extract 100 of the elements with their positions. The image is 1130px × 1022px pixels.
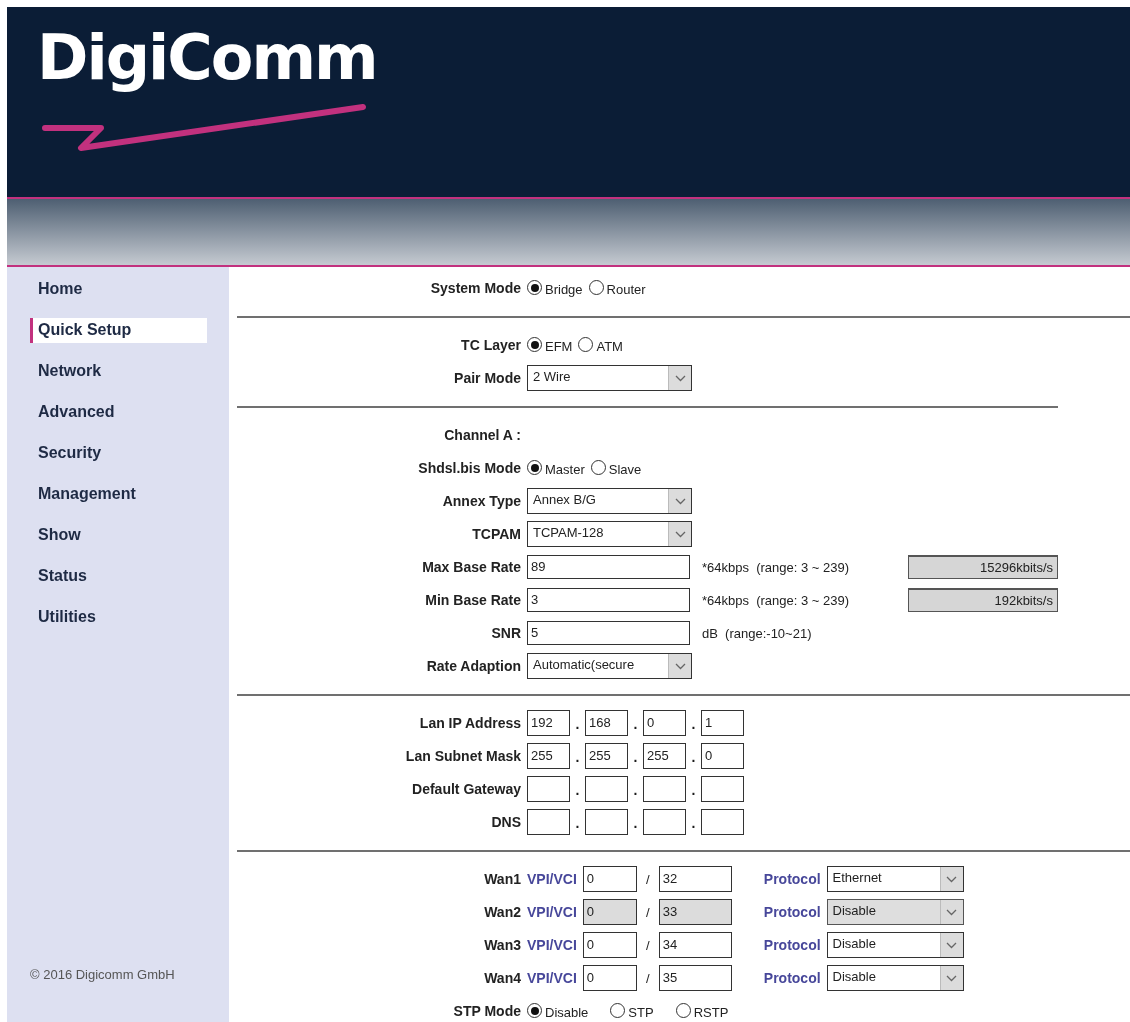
octet-field[interactable]: 0 [701,743,744,769]
octet-field[interactable]: 255 [643,743,686,769]
octet-field[interactable] [527,776,570,802]
vci-field[interactable]: 32 [658,866,732,892]
rate-readout: 192kbits/s [908,588,1058,612]
octet-field[interactable]: 255 [527,743,570,769]
field-label: System Mode [429,280,521,296]
protocol-label: Protocol [763,937,821,953]
dropdown[interactable]: 2 Wire [527,365,692,391]
radio-option[interactable]: Disable [527,1002,589,1020]
protocol-label: Protocol [763,871,821,887]
sidebar-item[interactable]: Home [30,277,207,302]
dot-separator: . [690,715,697,734]
dot-separator: . [690,814,697,833]
sidebar-item[interactable]: Show [30,523,207,548]
vpi-vci-label: VPI/VCI [527,937,577,953]
dot-separator: . [574,748,581,767]
sidebar-item[interactable]: Security [30,441,207,466]
radio-option[interactable]: EFM [527,336,573,354]
range-note: *64kbps (range: 3 ~ 239) [702,592,851,608]
radio-option[interactable]: Bridge [527,279,583,297]
radio-option[interactable]: STP [610,1002,654,1020]
sidebar-item[interactable]: Advanced [30,400,207,425]
slash-separator: / [645,904,651,920]
field-label: TC Layer [460,337,521,353]
dot-separator: . [632,814,639,833]
dropdown[interactable]: Annex B/G [527,488,692,514]
vpi-vci-label: VPI/VCI [527,871,577,887]
octet-field[interactable] [527,809,570,835]
octet-field[interactable]: 255 [585,743,628,769]
chevron-icon [674,374,686,382]
vci-field[interactable]: 35 [658,965,732,991]
rate-readout: 15296kbits/s [908,555,1058,579]
range-note: dB (range:-10~21) [702,625,813,641]
octet-field[interactable] [701,776,744,802]
protocol-label: Protocol [763,970,821,986]
octet-field[interactable] [643,809,686,835]
radio-option[interactable]: ATM [578,336,623,354]
dot-separator: . [690,781,697,800]
vpi-vci-label: VPI/VCI [527,970,577,986]
dropdown[interactable]: TCPAM-128 [527,521,692,547]
radio-option[interactable]: RSTP [675,1002,729,1020]
octet-field[interactable]: 192 [527,710,570,736]
protocol-label: Protocol [763,904,821,920]
protocol-dropdown[interactable]: Ethernet [826,866,964,892]
dot-separator: . [632,781,639,800]
field-label: Shdsl.bis Mode [417,460,521,476]
octet-field[interactable]: 1 [701,710,744,736]
octet-field[interactable] [701,809,744,835]
dropdown[interactable]: Automatic(secure [527,653,692,679]
octet-field[interactable]: 168 [585,710,628,736]
wan-label: Wan1 [484,871,521,887]
radio-option[interactable]: Router [588,279,646,297]
sidebar-item[interactable]: Status [30,564,207,589]
vpi-field[interactable]: 0 [582,932,637,958]
octet-field[interactable] [643,776,686,802]
field-label: Lan IP Address [418,715,521,731]
field-label: TCPAM [471,526,521,542]
sidebar-item[interactable]: Quick Setup [30,318,207,343]
field-label: Min Base Rate [424,592,521,608]
field-label: Default Gateway [411,781,521,797]
dot-separator: . [574,781,581,800]
octet-field[interactable]: 0 [643,710,686,736]
dot-separator: . [574,814,581,833]
field-label: SNR [490,625,521,641]
dot-separator: . [632,715,639,734]
field-label: STP Mode [452,1003,521,1019]
slash-separator: / [645,937,651,953]
slash-separator: / [645,871,651,887]
field-label: Lan Subnet Mask [404,748,521,764]
field-label: Pair Mode [453,370,521,386]
field-label: Rate Adaption [425,658,521,674]
chevron-icon [674,497,686,505]
chevron-icon [946,908,958,916]
dot-separator: . [690,748,697,767]
input-field[interactable]: 5 [527,621,690,645]
vpi-field[interactable]: 0 [582,866,637,892]
slash-separator: / [645,970,651,986]
radio-option[interactable]: Master [527,459,585,477]
sidebar-item[interactable]: Network [30,359,207,384]
dot-separator: . [632,748,639,767]
vpi-vci-label: VPI/VCI [527,904,577,920]
vpi-field[interactable]: 0 [582,965,637,991]
radio-option[interactable]: Slave [590,459,642,477]
protocol-dropdown[interactable]: Disable [826,932,964,958]
sidebar-item[interactable]: Utilities [30,605,207,630]
field-label: DNS [490,814,521,830]
copyright-text: © 2016 Digicomm GmbH [29,967,176,982]
input-field[interactable]: 89 [527,555,690,579]
dot-separator: . [574,715,581,734]
range-note: *64kbps (range: 3 ~ 239) [702,559,851,575]
protocol-dropdown[interactable]: Disable [826,965,964,991]
wan-label: Wan2 [484,904,521,920]
vci-field[interactable]: 34 [658,932,732,958]
chevron-icon [946,974,958,982]
octet-field[interactable] [585,809,628,835]
octet-field[interactable] [585,776,628,802]
input-field[interactable]: 3 [527,588,690,612]
logo-text: DigiComm [37,21,377,96]
sidebar-item[interactable]: Management [30,482,207,507]
